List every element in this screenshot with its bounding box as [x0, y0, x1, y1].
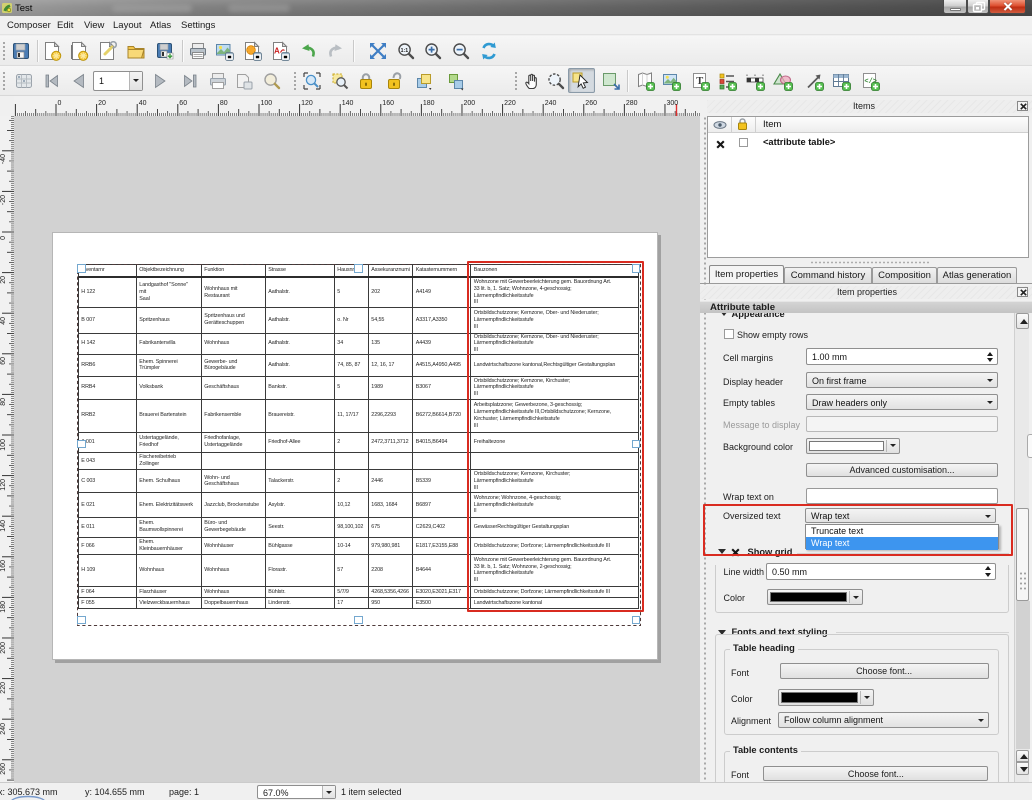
svg-text:1:1: 1:1 — [401, 48, 409, 54]
svg-text:A: A — [274, 47, 280, 56]
